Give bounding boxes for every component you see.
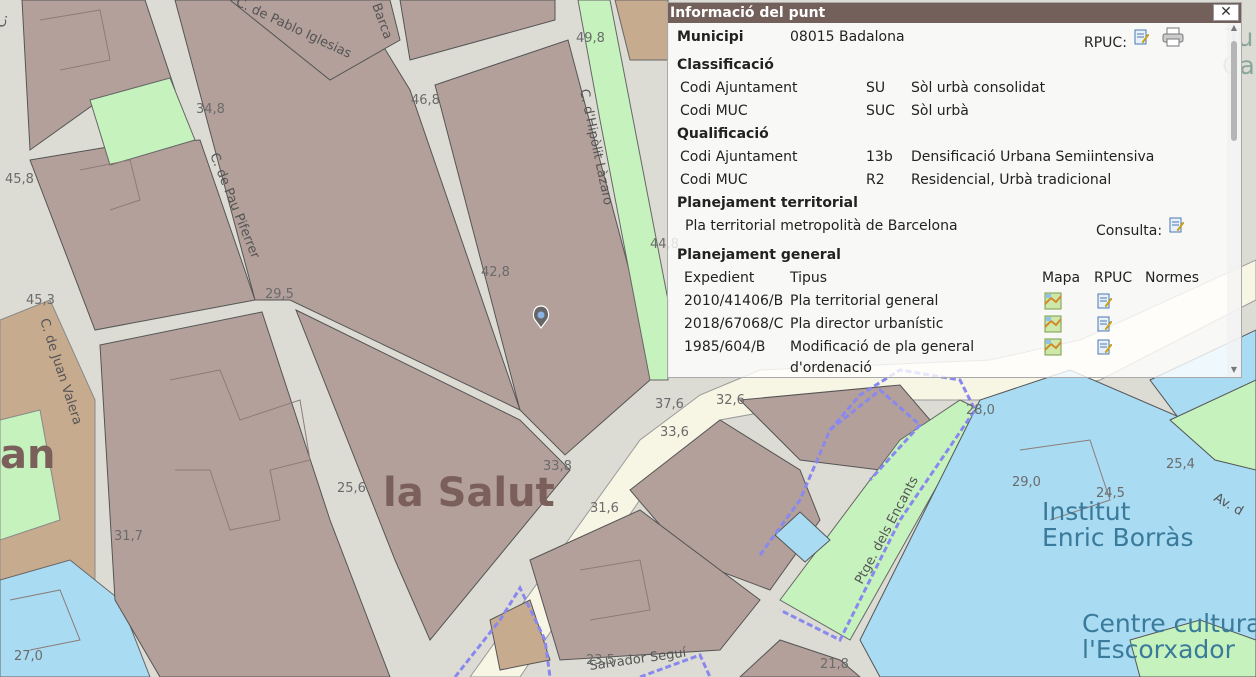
edge-label-left: an bbox=[0, 432, 55, 478]
territorial-heading: Planejament territorial bbox=[677, 195, 858, 211]
cultural-label-line1: Centre cultural bbox=[1082, 609, 1256, 638]
elev-label: 45,8 bbox=[5, 172, 34, 187]
elev-label: 34,8 bbox=[196, 102, 225, 117]
institute-label-line1: Institut bbox=[1042, 497, 1131, 526]
col-tipus: Tipus bbox=[790, 270, 828, 286]
elev-label: 28,0 bbox=[966, 403, 995, 418]
qual-row-name: Codi Ajuntament bbox=[680, 149, 798, 165]
municipi-label: Municipi bbox=[677, 29, 744, 45]
panel-title: Informació del punt bbox=[670, 5, 826, 21]
elev-label: 25,4 bbox=[1166, 457, 1195, 472]
general-row-expedient: 2018/67068/C bbox=[684, 316, 784, 332]
col-rpuc: RPUC bbox=[1094, 270, 1133, 286]
elev-label: 31,6 bbox=[590, 501, 619, 516]
info-panel: Informació del punt ✕ Municipi 08015 Bad… bbox=[667, 2, 1242, 378]
class-row-name: Codi MUC bbox=[680, 103, 748, 119]
institute-label-line2: Enric Borràs bbox=[1042, 523, 1193, 552]
general-row-tipus: Modificació de pla general bbox=[790, 339, 975, 355]
elev-label: 23,5 bbox=[586, 653, 615, 668]
qual-row-desc: Densificació Urbana Semiintensiva bbox=[911, 149, 1155, 165]
consulta-label: Consulta: bbox=[1096, 223, 1163, 239]
general-row-expedient: 2010/41406/B bbox=[684, 293, 784, 309]
map-thumb-icon[interactable] bbox=[1044, 315, 1062, 337]
elev-label: 42,8 bbox=[481, 265, 510, 280]
scroll-thumb[interactable] bbox=[1231, 41, 1237, 141]
consulta-doc-icon[interactable] bbox=[1168, 217, 1184, 237]
general-row-tipus-cont: d'ordenació bbox=[790, 360, 872, 376]
print-icon[interactable] bbox=[1162, 27, 1184, 51]
col-expedient: Expedient bbox=[684, 270, 755, 286]
elev-label: 27,0 bbox=[14, 649, 43, 664]
panel-scrollbar[interactable]: ▲ ▼ bbox=[1227, 23, 1241, 377]
elev-label: 33,6 bbox=[660, 425, 689, 440]
elev-label: 25,6 bbox=[337, 481, 366, 496]
elev-label: 29,0 bbox=[1012, 475, 1041, 490]
territorial-plan: Pla territorial metropolità de Barcelona bbox=[685, 218, 958, 234]
qual-row-name: Codi MUC bbox=[680, 172, 748, 188]
neighbourhood-label: la Salut bbox=[383, 470, 555, 516]
rpuc-doc-icon[interactable] bbox=[1096, 316, 1112, 336]
general-row-tipus: Pla director urbanístic bbox=[790, 316, 944, 332]
elev-label: 46,8 bbox=[411, 93, 440, 108]
class-row-name: Codi Ajuntament bbox=[680, 80, 798, 96]
col-normes: Normes bbox=[1145, 270, 1200, 286]
map-thumb-icon[interactable] bbox=[1044, 338, 1062, 360]
class-row-code: SU bbox=[866, 80, 886, 96]
classificacio-heading: Classificació bbox=[677, 57, 774, 73]
municipi-value: 08015 Badalona bbox=[790, 29, 905, 45]
class-row-desc: Sòl urbà consolidat bbox=[911, 80, 1046, 96]
qual-row-code: 13b bbox=[866, 149, 893, 165]
qualificacio-heading: Qualificació bbox=[677, 126, 769, 142]
scroll-up-icon[interactable]: ▲ bbox=[1227, 23, 1241, 35]
class-row-desc: Sòl urbà bbox=[911, 103, 969, 119]
elev-label: 45,3 bbox=[26, 293, 55, 308]
general-row-tipus: Pla territorial general bbox=[790, 293, 939, 309]
close-button[interactable]: ✕ bbox=[1213, 4, 1239, 21]
panel-body: Municipi 08015 Badalona RPUC: Classifica… bbox=[668, 23, 1227, 377]
rpuc-doc-icon[interactable] bbox=[1096, 293, 1112, 313]
qual-row-desc: Residencial, Urbà tradicional bbox=[911, 172, 1112, 188]
map-thumb-icon[interactable] bbox=[1044, 292, 1062, 314]
elev-label: 29,5 bbox=[265, 287, 294, 302]
rpuc-doc-icon[interactable] bbox=[1133, 29, 1149, 49]
general-row-expedient: 1985/604/B bbox=[684, 339, 766, 355]
elev-label: 31,7 bbox=[114, 529, 143, 544]
elev-label: 21,8 bbox=[820, 657, 849, 672]
elev-label: 49,8 bbox=[576, 31, 605, 46]
col-mapa: Mapa bbox=[1042, 270, 1081, 286]
cultural-label-line2: l'Escorxador bbox=[1082, 635, 1236, 664]
elev-label: 37,6 bbox=[655, 397, 684, 412]
rpuc-doc-icon[interactable] bbox=[1096, 339, 1112, 359]
scroll-down-icon[interactable]: ▼ bbox=[1227, 365, 1241, 377]
close-icon: ✕ bbox=[1220, 4, 1232, 20]
qual-row-code: R2 bbox=[866, 172, 885, 188]
class-row-code: SUC bbox=[866, 103, 895, 119]
rpuc-label: RPUC: bbox=[1084, 35, 1127, 51]
general-heading: Planejament general bbox=[677, 247, 841, 263]
panel-header: Informació del punt ✕ bbox=[668, 3, 1241, 23]
elev-label: 32,6 bbox=[716, 393, 745, 408]
